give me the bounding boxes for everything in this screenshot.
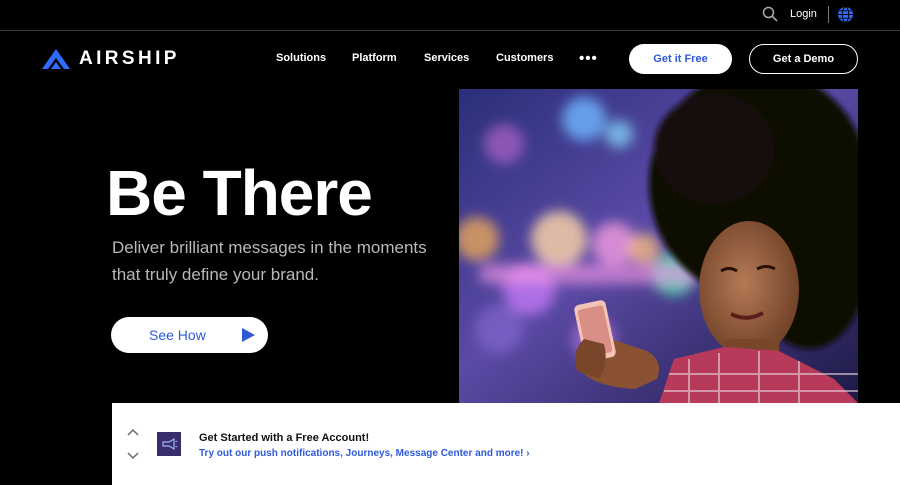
hero-title: Be There <box>106 157 373 229</box>
utility-bar-divider <box>0 30 900 31</box>
get-it-free-button[interactable]: Get it Free <box>629 44 732 74</box>
search-icon[interactable] <box>762 6 778 22</box>
brand-name: AIRSHIP <box>79 48 180 69</box>
chevron-up-icon[interactable] <box>127 428 139 436</box>
get-a-demo-button[interactable]: Get a Demo <box>749 44 858 74</box>
nav-more-menu[interactable]: ••• <box>579 51 598 66</box>
banner-link[interactable]: Try out our push notifications, Journeys… <box>199 448 530 459</box>
nav-platform[interactable]: Platform <box>352 52 397 64</box>
nav-solutions[interactable]: Solutions <box>276 52 326 64</box>
free-account-banner <box>112 403 900 485</box>
globe-icon[interactable] <box>837 6 854 23</box>
nav-services[interactable]: Services <box>424 52 469 64</box>
nav-customers[interactable]: Customers <box>496 52 553 64</box>
hero-image <box>459 89 858 403</box>
chevron-down-icon[interactable] <box>127 452 139 460</box>
airship-logo[interactable]: AIRSHIP <box>42 48 180 70</box>
megaphone-icon <box>157 432 181 456</box>
login-link[interactable]: Login <box>790 8 817 20</box>
play-icon <box>242 328 255 342</box>
hero-subtitle: Deliver brilliant messages in the moment… <box>112 238 427 284</box>
see-how-label: See How <box>149 327 206 343</box>
see-how-button[interactable]: See How <box>111 317 268 353</box>
banner-title: Get Started with a Free Account! <box>199 432 370 444</box>
airship-logo-icon <box>42 49 70 69</box>
utility-divider <box>828 6 829 23</box>
